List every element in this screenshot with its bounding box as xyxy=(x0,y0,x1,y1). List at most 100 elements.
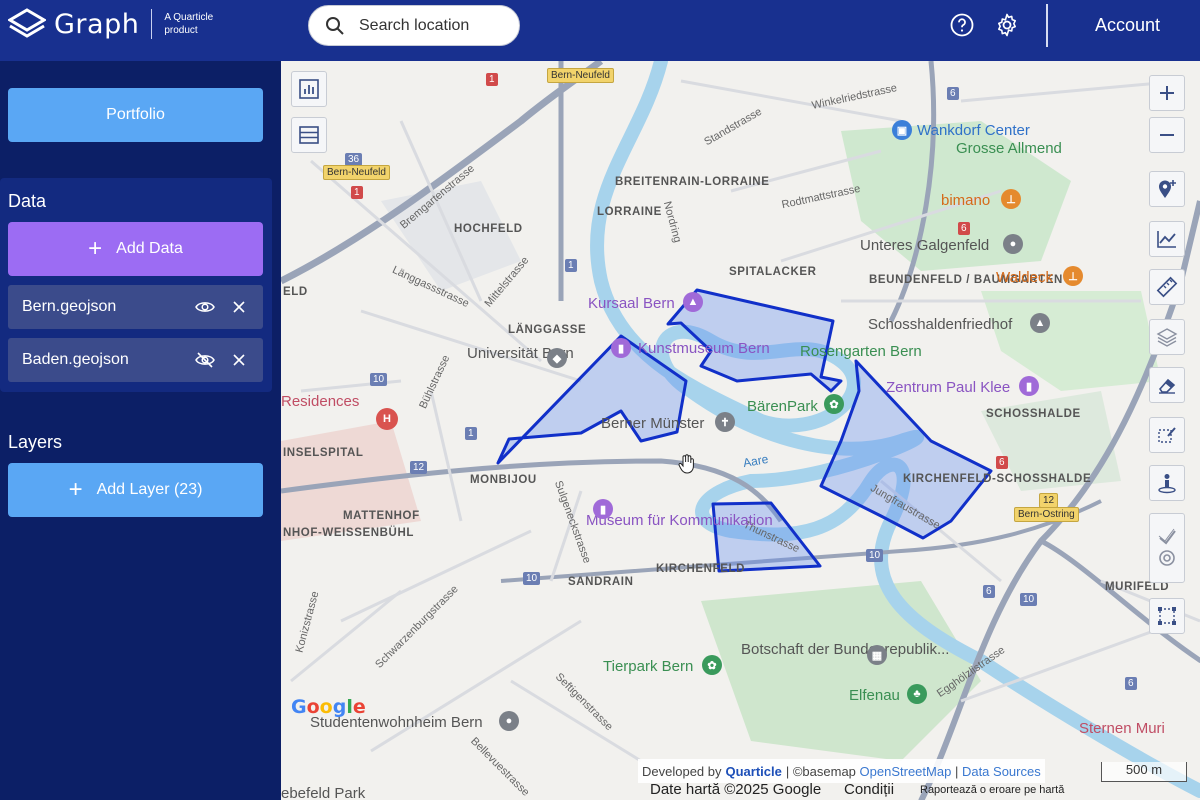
data-sources-link[interactable]: Data Sources xyxy=(962,764,1041,779)
poi-bimano[interactable]: bimano xyxy=(941,192,990,209)
district-label: INSELSPITAL xyxy=(283,447,364,459)
poi-rosengarten[interactable]: Rosengarten Bern xyxy=(800,343,922,360)
poi-barenpark[interactable]: BärenPark xyxy=(747,398,818,415)
poi-kunstmuseum[interactable]: Kunstmuseum Bern xyxy=(638,340,770,357)
poi-kursaal[interactable]: Kursaal Bern xyxy=(588,295,675,312)
poi-unteres-galgenfeld[interactable]: Unteres Galgenfeld xyxy=(860,237,989,254)
poi-sternen-muri[interactable]: Sternen Muri xyxy=(1079,720,1165,737)
draw-polygon-button[interactable] xyxy=(1149,598,1185,634)
cemetery-pin-icon[interactable]: ▲ xyxy=(1030,313,1050,333)
map-data-copyright: Date hartă ©2025 Google xyxy=(650,781,822,798)
university-pin-icon[interactable]: ◆ xyxy=(547,348,567,368)
eye-icon[interactable] xyxy=(195,297,215,317)
road-shield: Bern-Ostring xyxy=(1014,507,1079,522)
poi-tierpark[interactable]: Tierpark Bern xyxy=(603,658,693,675)
close-icon[interactable] xyxy=(229,297,249,317)
shopping-pin-icon[interactable]: ▣ xyxy=(892,120,912,140)
layers-section-title: Layers xyxy=(8,432,63,452)
district-label: KIRCHENFELD xyxy=(656,563,746,575)
road-shield: 1 xyxy=(465,427,477,440)
osm-link[interactable]: OpenStreetMap xyxy=(860,764,952,779)
select-area-button[interactable] xyxy=(1149,417,1185,453)
search-icon xyxy=(326,16,344,35)
poi-schosshaldenfriedhof[interactable]: Schosshaldenfriedhof xyxy=(868,316,1012,333)
poi-grosse-allmend[interactable]: Grosse Allmend xyxy=(956,141,1062,157)
add-data-button[interactable]: + Add Data xyxy=(8,222,263,276)
museum-pin-icon[interactable]: ▮ xyxy=(611,338,631,358)
eye-off-icon[interactable] xyxy=(195,350,215,370)
sidebar: Portfolio Data + Add Data Bern.geojson B… xyxy=(0,61,281,800)
place-pin-icon[interactable]: ● xyxy=(1003,234,1023,254)
add-layer-button[interactable]: + Add Layer (23) xyxy=(8,463,263,517)
measure-button[interactable] xyxy=(1149,269,1185,305)
district-label: KIRCHENFELD-SCHOSSHALDE xyxy=(903,473,1092,485)
add-data-label: Add Data xyxy=(116,240,183,257)
search-input[interactable] xyxy=(359,16,509,35)
eraser-button[interactable] xyxy=(1149,367,1185,403)
draw-tools-button[interactable] xyxy=(1149,513,1185,583)
table-icon xyxy=(299,126,319,144)
select-edit-icon xyxy=(1158,427,1176,443)
museum-pin-icon[interactable]: ▮ xyxy=(593,499,613,519)
layers-button[interactable] xyxy=(1149,319,1185,355)
poi-universitat[interactable]: Universität Bern xyxy=(467,345,574,362)
poi-botschaft[interactable]: Botschaft der Bundesrepublik... xyxy=(741,641,949,658)
zoo-pin-icon[interactable]: ✿ xyxy=(702,655,722,675)
close-icon[interactable] xyxy=(229,350,249,370)
graph-logo-icon xyxy=(8,8,46,38)
district-label: BREITENRAIN-LORRAINE xyxy=(615,176,770,188)
poi-elfenau[interactable]: Elfenau xyxy=(849,687,900,704)
gear-icon[interactable] xyxy=(995,13,1019,37)
zoom-in-button[interactable] xyxy=(1149,75,1185,111)
poi-berner-munster[interactable]: Berner Münster xyxy=(601,415,704,432)
place-pin-icon[interactable]: ● xyxy=(499,711,519,731)
road-shield: Bern-Neufeld xyxy=(547,68,614,83)
restaurant-pin-icon[interactable]: ⊥ xyxy=(1063,266,1083,286)
minus-icon xyxy=(1160,134,1174,136)
table-panel-button[interactable] xyxy=(291,117,327,153)
church-pin-icon[interactable]: ✝ xyxy=(715,412,735,432)
restaurant-pin-icon[interactable]: ⊥ xyxy=(1001,189,1021,209)
embassy-pin-icon[interactable]: ▦ xyxy=(867,645,887,665)
file-item-bern[interactable]: Bern.geojson xyxy=(8,285,263,329)
file-name: Bern.geojson xyxy=(22,298,117,315)
add-marker-button[interactable] xyxy=(1149,171,1185,207)
developed-by-text: Developed by xyxy=(642,763,722,779)
street-view-button[interactable] xyxy=(1149,465,1185,501)
tree-pin-icon[interactable]: ♣ xyxy=(907,684,927,704)
data-section-title: Data xyxy=(8,191,47,211)
file-item-baden[interactable]: Baden.geojson xyxy=(8,338,263,382)
poi-ebefeld-park[interactable]: ebefeld Park xyxy=(281,785,365,800)
district-label: HOCHFELD xyxy=(454,223,523,235)
zoom-out-button[interactable] xyxy=(1149,117,1185,153)
hospital-pin-icon[interactable]: H xyxy=(376,408,398,430)
park-pin-icon[interactable]: ✿ xyxy=(824,394,844,414)
museum-pin-icon[interactable]: ▲ xyxy=(683,292,703,312)
ruler-icon xyxy=(1156,276,1178,298)
portfolio-button[interactable]: Portfolio xyxy=(8,88,263,142)
google-logo: Google xyxy=(291,696,366,718)
road-shield: 1 xyxy=(351,186,363,199)
account-divider xyxy=(1046,4,1048,47)
poi-wankdorf-center[interactable]: Wankdorf Center xyxy=(917,122,1030,139)
help-icon[interactable] xyxy=(950,13,974,37)
district-label: MATTENHOF xyxy=(343,510,420,522)
add-pin-icon xyxy=(1159,180,1176,198)
quarticle-brand[interactable]: Quarticle xyxy=(726,764,782,779)
chart-panel-button[interactable] xyxy=(291,71,327,107)
road-shield: 1 xyxy=(565,259,577,272)
poi-residences[interactable]: Residences xyxy=(281,393,359,410)
poi-zentrum-paul-klee[interactable]: Zentrum Paul Klee xyxy=(886,379,1010,396)
geojson-layer[interactable] xyxy=(281,61,1200,800)
terms-link[interactable]: Condiții xyxy=(844,781,894,798)
account-button[interactable]: Account xyxy=(1060,15,1195,36)
map-canvas[interactable]: HOCHFELD BREITENRAIN-LORRAINE LORRAINE S… xyxy=(281,61,1200,800)
report-error-link[interactable]: Raportează o eroare pe hartă xyxy=(920,784,1064,796)
museum-pin-icon[interactable]: ▮ xyxy=(1019,376,1039,396)
road-shield: 10 xyxy=(866,549,884,562)
search-bar[interactable] xyxy=(308,5,520,46)
logo[interactable]: Graph A Quarticle product xyxy=(8,8,234,40)
line-chart-button[interactable] xyxy=(1149,221,1185,257)
poi-waldeck[interactable]: Waldeck xyxy=(996,269,1053,286)
plus-icon: + xyxy=(68,476,83,503)
